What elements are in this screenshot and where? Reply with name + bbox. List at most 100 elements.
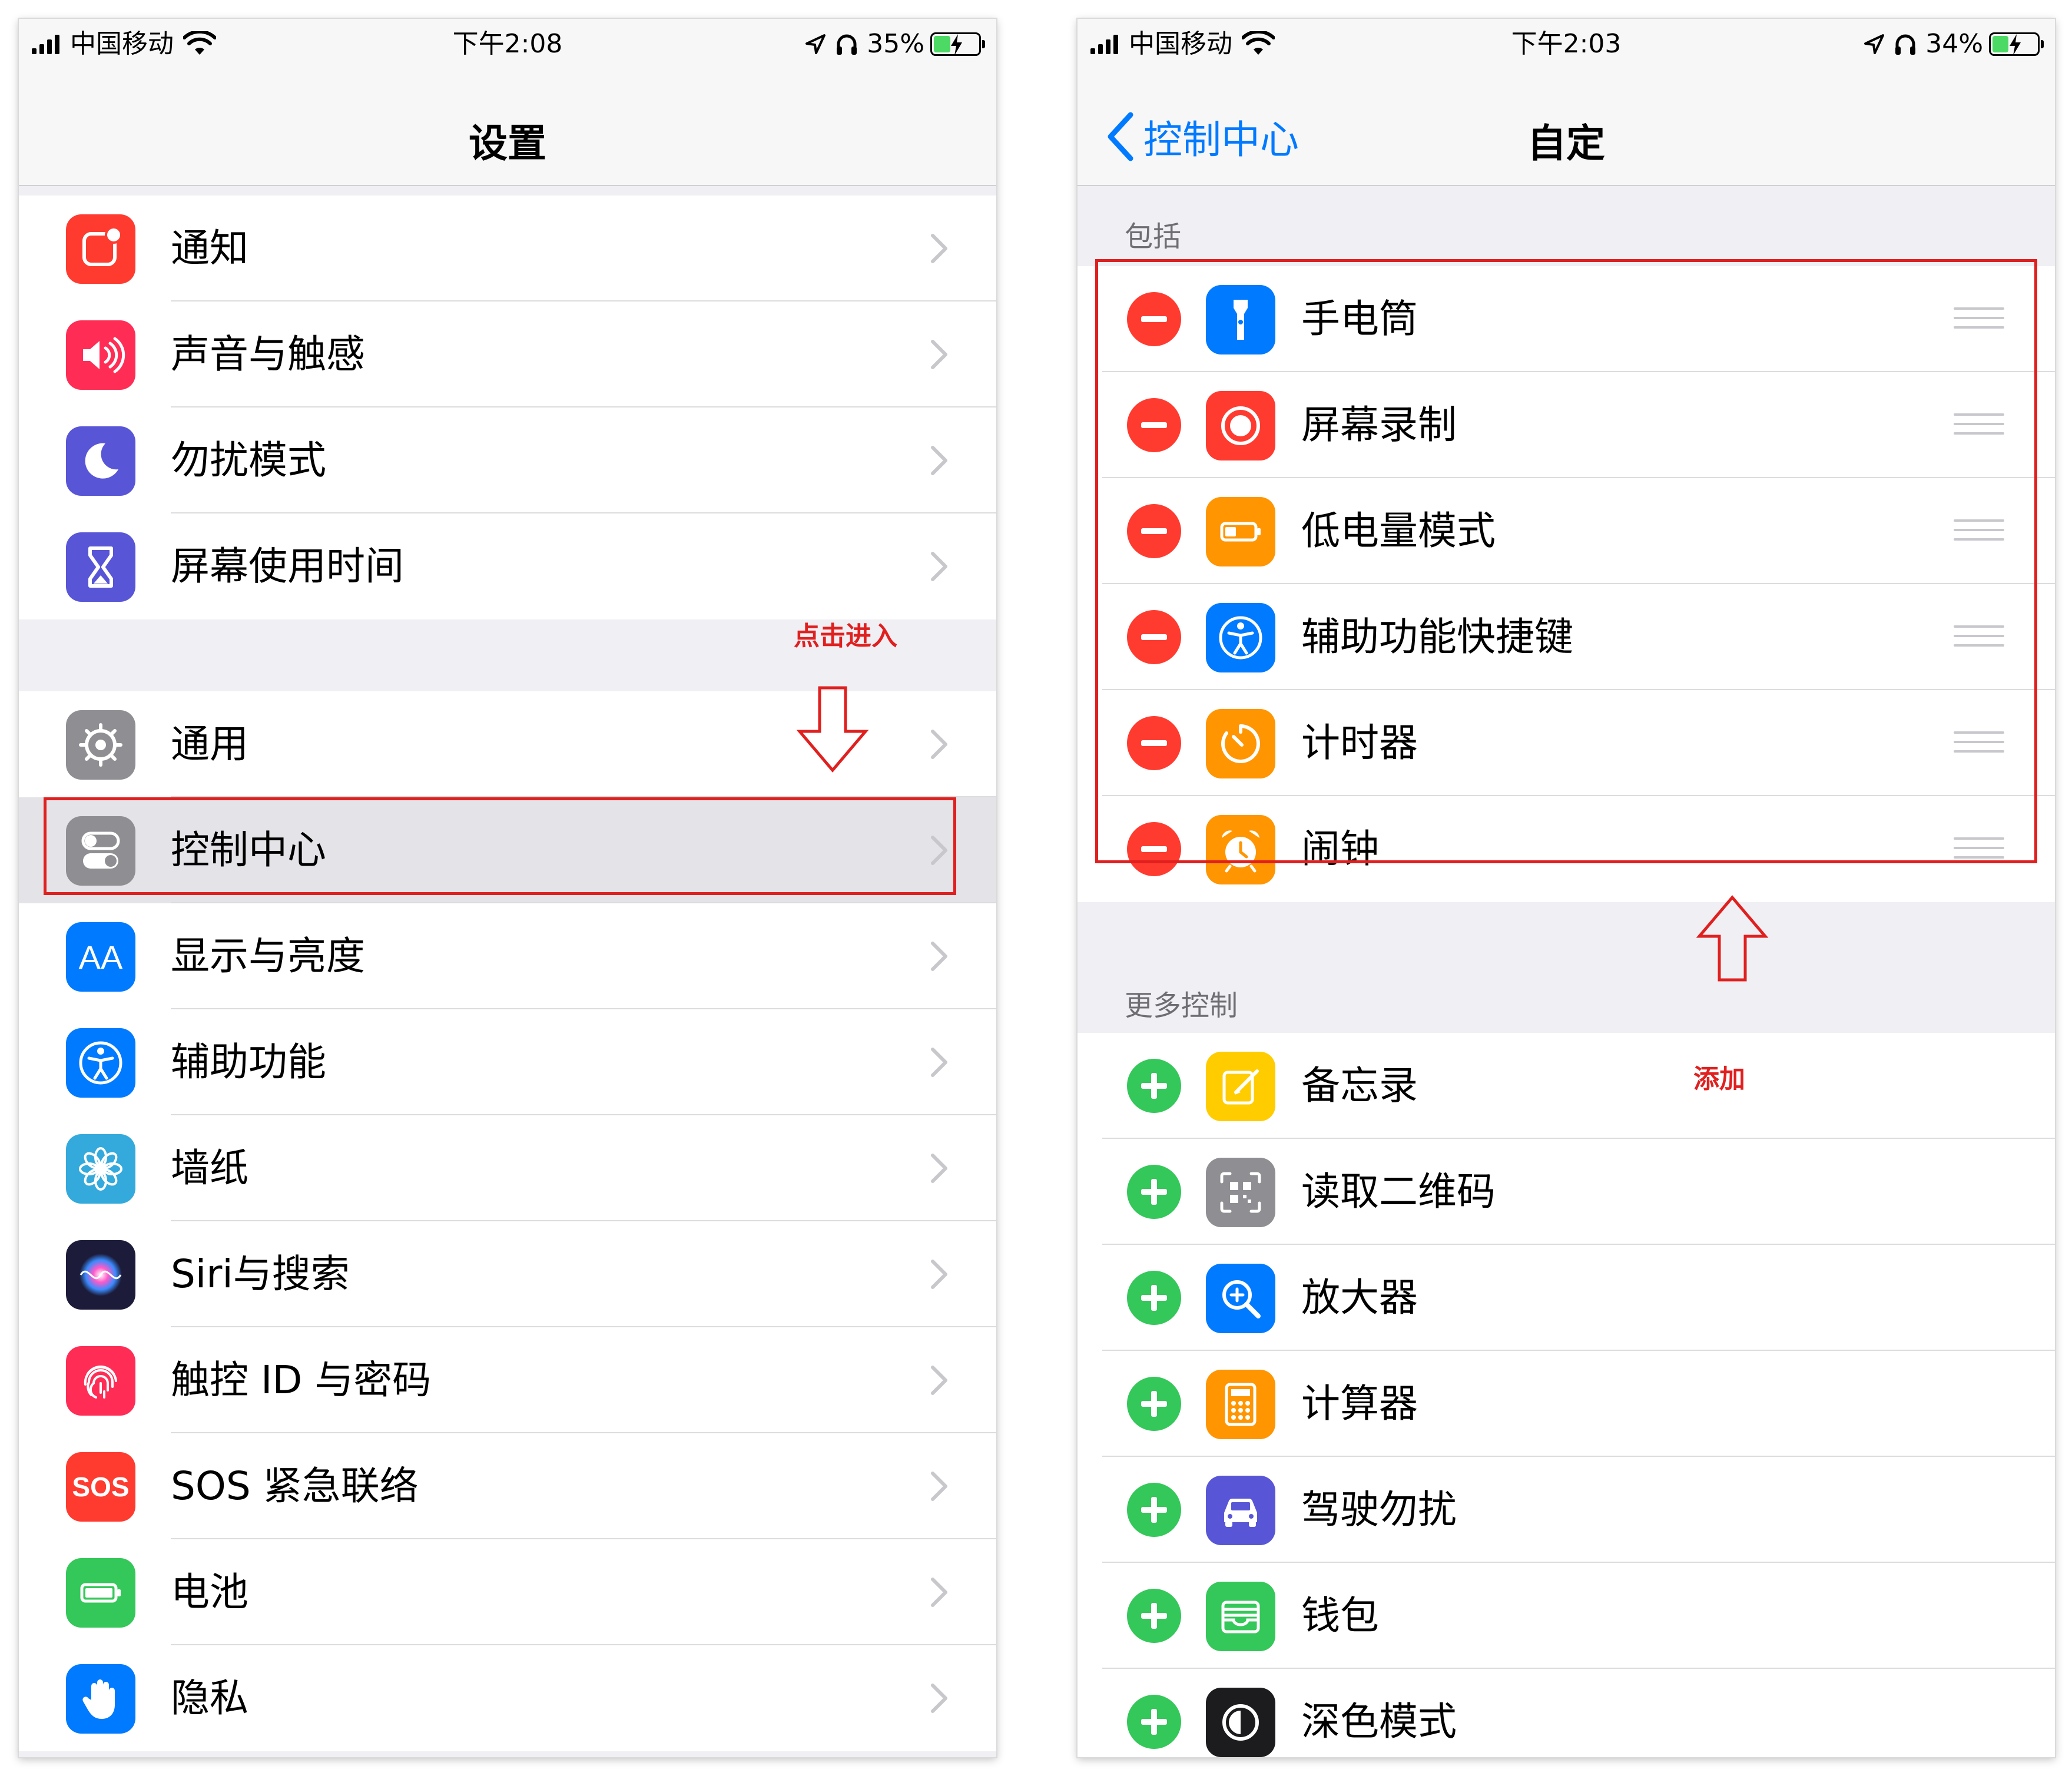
speaker-icon [66, 320, 135, 390]
chevron-right-icon [931, 1472, 947, 1501]
control-center-customize-screen: 中国移动 下午2:03 34% 控制中心 自定 包括 手电筒 屏幕录制 低电量模… [1078, 19, 2055, 1757]
chevron-right-icon [931, 1366, 947, 1395]
settings-screen: 中国移动 下午2:08 35% 设置 通知 声音与触感 勿扰模式 屏幕使用时间 … [19, 19, 996, 1757]
battery-percent: 34% [1925, 29, 1983, 59]
notes-icon [1206, 1052, 1275, 1121]
page-title: 自定 [1527, 121, 1605, 166]
add-button[interactable] [1127, 1165, 1181, 1219]
location-arrow-icon [1864, 34, 1885, 54]
chevron-right-icon [931, 730, 947, 759]
status-bar: 中国移动 下午2:08 35% [19, 19, 996, 66]
settings-group-1: 通知 声音与触感 勿扰模式 屏幕使用时间 [19, 196, 996, 619]
chevron-right-icon [931, 1684, 947, 1713]
settings-row-siri[interactable]: Siri与搜索 [19, 1221, 996, 1327]
battery-icon [930, 32, 985, 56]
add-button[interactable] [1127, 1483, 1181, 1537]
control-row-driving-dnd: 驾驶勿扰 [1078, 1457, 2055, 1563]
headphones-icon [837, 34, 857, 55]
add-button[interactable] [1127, 1059, 1181, 1113]
row-label: 声音与触感 [171, 332, 365, 377]
more-controls-list: 备忘录 读取二维码 放大器 计算器 驾驶勿扰 钱包 深色模式 [1078, 1033, 2055, 1757]
row-label: 备忘录 [1301, 1063, 1418, 1108]
page-title: 设置 [469, 121, 546, 166]
row-label: 深色模式 [1301, 1699, 1457, 1744]
magnifier-icon [1206, 1264, 1275, 1333]
hourglass-icon [66, 532, 135, 602]
control-row-wallet: 钱包 [1078, 1563, 2055, 1669]
settings-row-display-brightness[interactable]: AA 显示与亮度 [19, 903, 996, 1009]
chevron-right-icon [931, 1578, 947, 1607]
row-label: 通用 [171, 721, 248, 767]
flower-icon [66, 1134, 135, 1204]
wallet-icon [1206, 1582, 1275, 1651]
location-arrow-icon [805, 34, 826, 54]
settings-row-screen-time[interactable]: 屏幕使用时间 [19, 513, 996, 619]
status-bar: 中国移动 下午2:03 34% [1078, 19, 2055, 66]
control-row-calculator: 计算器 [1078, 1351, 2055, 1457]
sos-icon-text: SOS [72, 1472, 130, 1502]
chevron-right-icon [931, 1048, 947, 1077]
row-label: 钱包 [1301, 1593, 1379, 1638]
chevron-right-icon [931, 234, 947, 263]
row-label: 显示与亮度 [171, 933, 365, 979]
headphones-icon [1895, 34, 1916, 55]
up-arrow-annotation-icon [1696, 895, 1769, 982]
navigation-bar: 控制中心 自定 [1078, 66, 2055, 186]
section-header-included: 包括 [1125, 220, 1182, 253]
row-label: 屏幕使用时间 [171, 544, 404, 589]
row-label: 通知 [171, 226, 248, 271]
chevron-right-icon [931, 552, 947, 581]
settings-row-touch-id[interactable]: 触控 ID 与密码 [19, 1327, 996, 1433]
row-label: 墙纸 [171, 1145, 248, 1191]
hand-icon [66, 1664, 135, 1734]
row-label: 勿扰模式 [171, 438, 326, 483]
control-row-notes: 备忘录 [1078, 1033, 2055, 1139]
settings-row-accessibility[interactable]: 辅助功能 [19, 1009, 996, 1115]
settings-row-notifications[interactable]: 通知 [19, 196, 996, 301]
chevron-right-icon [931, 446, 947, 475]
battery-icon [66, 1558, 135, 1628]
row-label: 驾驶勿扰 [1301, 1487, 1457, 1532]
fingerprint-icon [66, 1346, 135, 1416]
add-button[interactable] [1127, 1377, 1181, 1431]
included-controls-highlight-box [1095, 259, 2037, 863]
row-label: 电池 [171, 1569, 248, 1615]
siri-icon [66, 1240, 135, 1310]
control-row-magnifier: 放大器 [1078, 1245, 2055, 1351]
row-label: 计算器 [1301, 1381, 1418, 1426]
row-label: 触控 ID 与密码 [171, 1357, 432, 1403]
settings-row-emergency-sos[interactable]: SOS SOS 紧急联络 [19, 1433, 996, 1539]
qr-code-icon [1206, 1158, 1275, 1227]
settings-row-privacy[interactable]: 隐私 [19, 1645, 996, 1751]
row-label: 放大器 [1301, 1275, 1418, 1320]
text-size-icon: AA [66, 922, 135, 992]
row-label: 读取二维码 [1301, 1169, 1496, 1214]
section-header-more-controls: 更多控制 [1125, 989, 1238, 1022]
row-label: 隐私 [171, 1675, 248, 1721]
calculator-icon [1206, 1370, 1275, 1439]
battery-percent: 35% [867, 29, 924, 59]
car-icon [1206, 1476, 1275, 1545]
settings-row-do-not-disturb[interactable]: 勿扰模式 [19, 407, 996, 513]
settings-row-wallpaper[interactable]: 墙纸 [19, 1115, 996, 1221]
sos-icon: SOS [66, 1452, 135, 1522]
settings-row-sounds[interactable]: 声音与触感 [19, 301, 996, 407]
gear-icon [66, 710, 135, 780]
aa-icon-text: AA [78, 938, 123, 976]
control-row-qr-code-reader: 读取二维码 [1078, 1139, 2055, 1245]
control-center-highlight-box [44, 797, 956, 895]
chevron-right-icon [931, 1260, 947, 1289]
settings-row-battery[interactable]: 电池 [19, 1539, 996, 1645]
down-arrow-annotation-icon [796, 686, 869, 773]
add-button[interactable] [1127, 1589, 1181, 1643]
navigation-bar: 设置 [19, 66, 996, 186]
control-row-dark-mode: 深色模式 [1078, 1669, 2055, 1757]
add-annotation: 添加 [1693, 1064, 1745, 1094]
chevron-right-icon [931, 1154, 947, 1183]
add-button[interactable] [1127, 1695, 1181, 1749]
row-label: SOS 紧急联络 [171, 1463, 419, 1509]
accessibility-icon [66, 1028, 135, 1098]
add-button[interactable] [1127, 1271, 1181, 1325]
chevron-right-icon [931, 340, 947, 369]
chevron-right-icon [931, 942, 947, 971]
